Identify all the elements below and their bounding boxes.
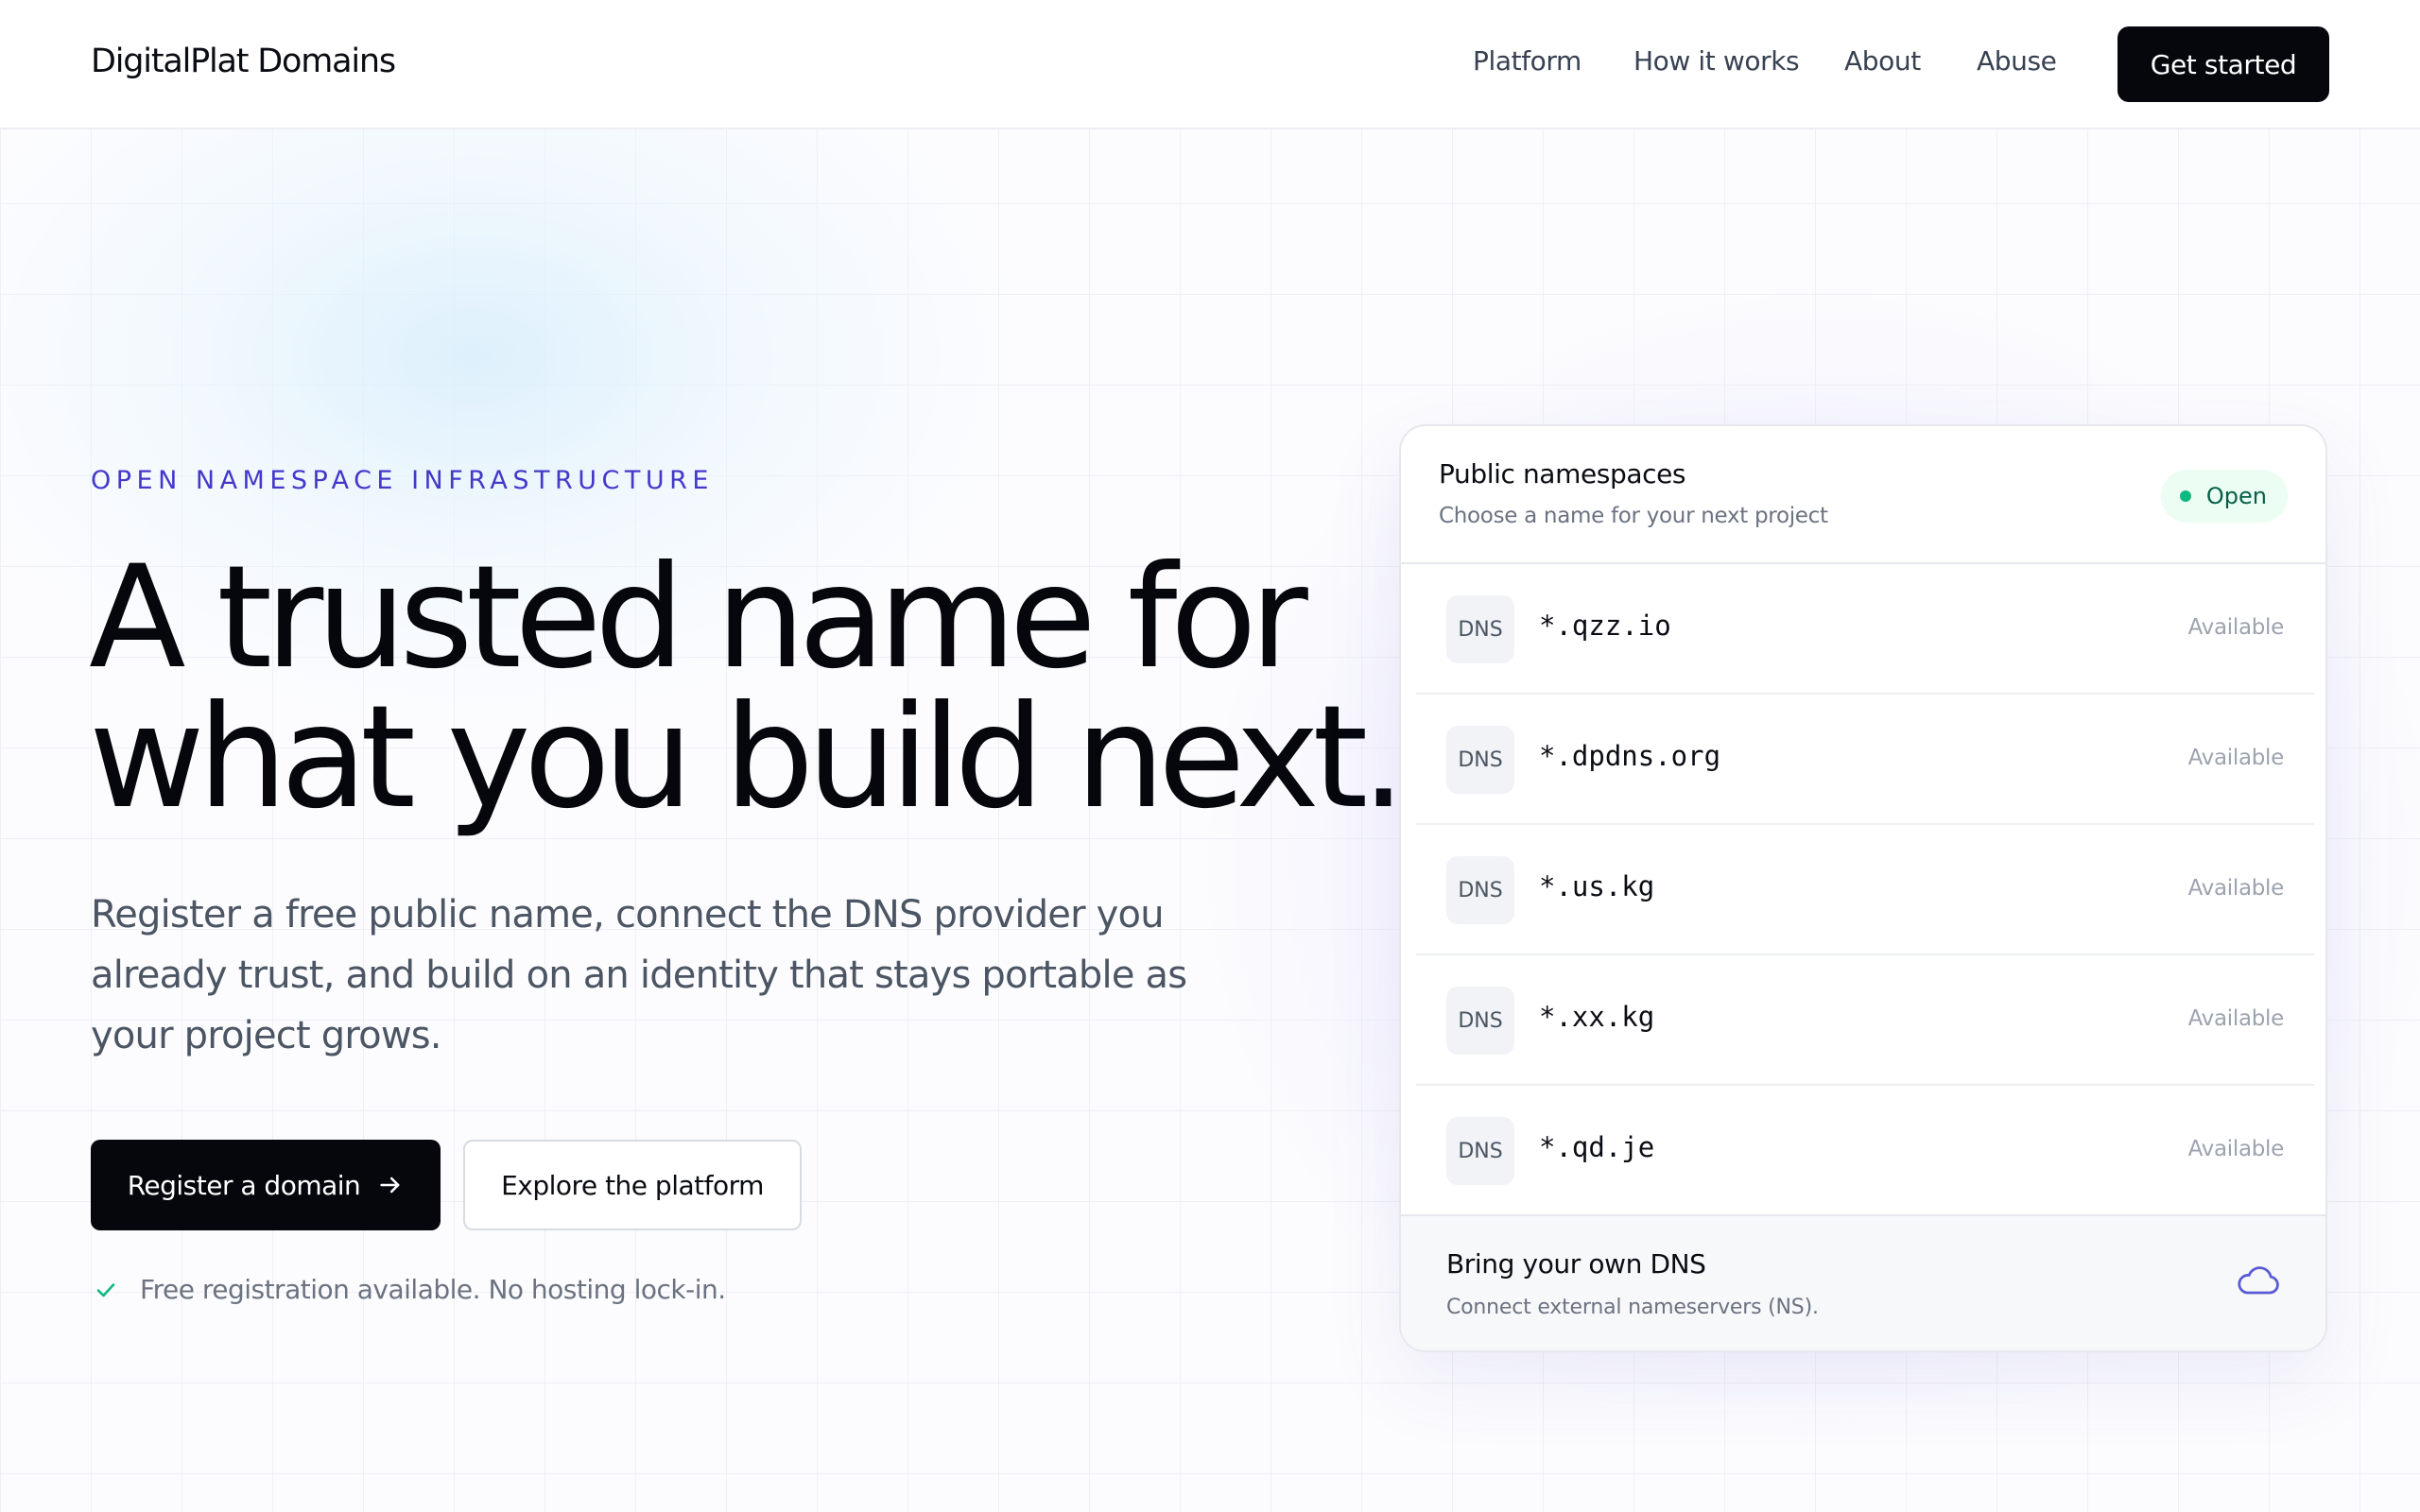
namespace-list: DNS *.qzz.io Available DNS *.dpdns.org A… <box>1416 564 2314 1216</box>
hero-description: Register a free public name, connect the… <box>91 893 1187 1057</box>
namespace-name: *.us.kg <box>1539 870 1655 902</box>
namespace-name: *.xx.kg <box>1539 1001 1655 1033</box>
get-started-button[interactable]: Get started <box>2118 26 2329 102</box>
explore-platform-button[interactable]: Explore the platform <box>463 1140 802 1230</box>
namespace-name: *.qd.je <box>1539 1131 1655 1163</box>
registration-note: Free registration available. No hosting … <box>95 1274 726 1305</box>
dns-tag: DNS <box>1446 1117 1514 1185</box>
register-domain-button[interactable]: Register a domain <box>91 1140 441 1230</box>
main-nav: Platform How it works About Abuse <box>0 45 2420 83</box>
headline-line-1: A trusted name for <box>89 536 1308 700</box>
namespace-row[interactable]: DNS *.qzz.io Available <box>1416 564 2314 695</box>
byo-dns-panel[interactable]: Bring your own DNS Connect external name… <box>1401 1214 2325 1350</box>
availability-status: Available <box>2187 876 2285 901</box>
nav-link-how-it-works[interactable]: How it works <box>1634 45 1800 77</box>
check-icon <box>96 1282 115 1297</box>
site-header: DigitalPlat Domains Platform How it work… <box>0 0 2420 129</box>
namespace-row[interactable]: DNS *.dpdns.org Available <box>1416 695 2314 825</box>
dns-tag: DNS <box>1446 856 1514 924</box>
namespace-name: *.dpdns.org <box>1539 740 1721 772</box>
availability-status: Available <box>2187 1006 2285 1031</box>
status-dot-icon <box>2179 490 2191 502</box>
registration-note-text: Free registration available. No hosting … <box>140 1274 726 1305</box>
arrow-right-icon <box>380 1177 400 1194</box>
dns-tag: DNS <box>1446 726 1514 794</box>
namespaces-card: Public namespaces Choose a name for your… <box>1399 424 2327 1352</box>
landing-page: DigitalPlat Domains Platform How it work… <box>0 0 2420 1512</box>
hero-eyebrow: OPEN NAMESPACE INFRASTRUCTURE <box>91 466 714 495</box>
nav-link-abuse[interactable]: Abuse <box>1977 45 2057 77</box>
cloud-icon <box>2238 1266 2279 1295</box>
register-domain-label: Register a domain <box>127 1169 361 1201</box>
availability-status: Available <box>2187 1137 2285 1161</box>
card-header: Public namespaces Choose a name for your… <box>1401 426 2325 564</box>
card-title: Public namespaces <box>1439 458 1686 490</box>
namespace-row[interactable]: DNS *.xx.kg Available <box>1416 955 2314 1086</box>
namespace-row[interactable]: DNS *.qd.je Available <box>1416 1086 2314 1216</box>
byo-dns-title: Bring your own DNS <box>1446 1248 1706 1280</box>
headline-line-2: what you build next. <box>89 676 1406 840</box>
dns-tag: DNS <box>1446 987 1514 1055</box>
availability-status: Available <box>2187 746 2285 770</box>
card-subtitle: Choose a name for your next project <box>1439 504 1828 528</box>
namespace-row[interactable]: DNS *.us.kg Available <box>1416 825 2314 955</box>
nav-link-platform[interactable]: Platform <box>1473 45 1582 77</box>
namespace-name: *.qzz.io <box>1539 610 1671 642</box>
nav-link-about[interactable]: About <box>1844 45 1921 77</box>
status-badge-label: Open <box>2205 483 2267 509</box>
dns-tag: DNS <box>1446 595 1514 663</box>
byo-dns-subtitle: Connect external nameservers (NS). <box>1446 1296 1819 1319</box>
status-badge: Open <box>2160 470 2288 523</box>
availability-status: Available <box>2187 615 2285 640</box>
hero-headline: A trusted name for what you build next. <box>89 536 1406 840</box>
